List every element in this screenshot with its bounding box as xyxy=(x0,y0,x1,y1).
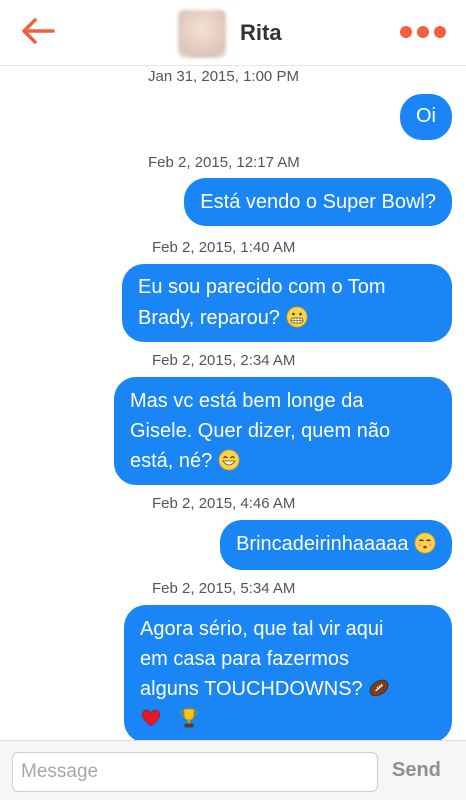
message-text: Está vendo o Super Bowl? xyxy=(200,191,436,213)
message-text-line: Gisele. Quer dizer, quem não xyxy=(130,420,391,442)
message-bubble[interactable]: Brincadeirinhaaaaa xyxy=(220,520,452,570)
chat-screen: Rita Jan 31, 2015, 1:00 PM Oi Feb 2, 201… xyxy=(0,0,466,800)
contact-avatar[interactable] xyxy=(178,10,226,58)
grinning-face-icon xyxy=(218,449,240,471)
message-text-line: Mas vc está bem longe da xyxy=(130,390,364,412)
message-bubble[interactable]: Está vendo o Super Bowl? xyxy=(184,178,452,226)
message-timestamp: Feb 2, 2015, 2:34 AM xyxy=(152,352,296,369)
send-button[interactable]: Send xyxy=(392,759,441,782)
message-bubble[interactable]: Oi xyxy=(400,94,452,140)
message-composer: Send xyxy=(0,740,466,800)
back-arrow-icon xyxy=(22,18,55,44)
grimacing-face-icon xyxy=(286,306,307,328)
chat-header: Rita xyxy=(0,0,466,66)
message-text-line: está, né? xyxy=(130,446,438,476)
message-text-line: alguns TOUCHDOWNS? xyxy=(140,674,440,704)
message-text-line: em casa para fazermos xyxy=(140,648,349,670)
more-dot-icon xyxy=(400,26,412,38)
more-dot-icon xyxy=(434,26,446,38)
message-text-line xyxy=(140,704,440,734)
contact-name[interactable]: Rita xyxy=(240,20,282,46)
more-dot-icon xyxy=(417,26,429,38)
message-text: Brincadeirinhaaaaa xyxy=(236,533,409,555)
message-timestamp: Feb 2, 2015, 4:46 AM xyxy=(152,495,296,512)
kissing-face-icon xyxy=(414,532,436,554)
message-timestamp: Feb 2, 2015, 1:40 AM xyxy=(152,239,296,256)
message-text: Oi xyxy=(416,105,436,127)
message-bubble[interactable]: Eu sou parecido com o Tom Brady, reparou… xyxy=(122,264,452,342)
red-heart-icon xyxy=(141,709,161,727)
back-button[interactable] xyxy=(18,14,58,48)
message-text-line: Brady, reparou? xyxy=(138,303,438,334)
message-list[interactable]: Jan 31, 2015, 1:00 PM Oi Feb 2, 2015, 12… xyxy=(0,66,466,743)
message-text-line: Agora sério, que tal vir aqui xyxy=(140,618,384,640)
trophy-icon xyxy=(180,708,198,728)
message-timestamp: Jan 31, 2015, 1:00 PM xyxy=(148,68,299,85)
message-timestamp: Feb 2, 2015, 12:17 AM xyxy=(148,154,300,171)
message-bubble[interactable]: Agora sério, que tal vir aqui em casa pa… xyxy=(124,605,452,743)
message-bubble[interactable]: Mas vc está bem longe da Gisele. Quer di… xyxy=(114,377,452,485)
more-options-button[interactable] xyxy=(400,20,446,44)
message-text-line: Eu sou parecido com o Tom xyxy=(138,276,386,298)
message-timestamp: Feb 2, 2015, 5:34 AM xyxy=(152,580,296,597)
message-input[interactable] xyxy=(12,752,378,792)
american-football-icon xyxy=(369,679,389,697)
